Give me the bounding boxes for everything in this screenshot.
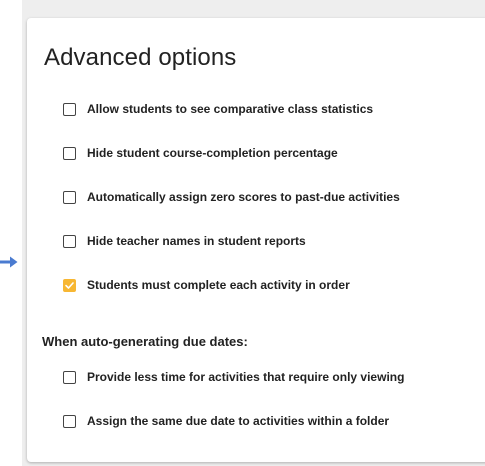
option-label: Provide less time for activities that re… bbox=[87, 370, 405, 384]
option-complete-in-order[interactable]: Students must complete each activity in … bbox=[63, 276, 350, 294]
panel-title: Advanced options bbox=[44, 44, 237, 71]
option-comparative-class-statistics[interactable]: Allow students to see comparative class … bbox=[63, 100, 373, 118]
option-label: Assign the same due date to activities w… bbox=[87, 414, 390, 428]
option-label: Hide student course-completion percentag… bbox=[87, 146, 338, 160]
option-label: Automatically assign zero scores to past… bbox=[87, 190, 400, 204]
option-label: Students must complete each activity in … bbox=[87, 278, 350, 292]
option-label: Hide teacher names in student reports bbox=[87, 234, 306, 248]
option-less-time-viewing[interactable]: Provide less time for activities that re… bbox=[63, 368, 404, 386]
checkbox[interactable] bbox=[63, 146, 76, 160]
option-same-due-date-folder[interactable]: Assign the same due date to activities w… bbox=[63, 412, 389, 430]
checkbox[interactable] bbox=[63, 190, 76, 204]
option-auto-zero-scores[interactable]: Automatically assign zero scores to past… bbox=[63, 188, 400, 206]
checkbox[interactable] bbox=[63, 234, 76, 248]
option-label: Allow students to see comparative class … bbox=[87, 102, 374, 116]
checkbox-checked[interactable] bbox=[63, 278, 76, 292]
option-hide-teacher-names[interactable]: Hide teacher names in student reports bbox=[63, 232, 306, 250]
checkmark-icon bbox=[65, 281, 74, 289]
checkbox[interactable] bbox=[63, 370, 76, 384]
due-dates-heading: When auto-generating due dates: bbox=[42, 334, 248, 349]
checkbox[interactable] bbox=[63, 414, 76, 428]
arrow-right-icon bbox=[0, 256, 18, 268]
option-hide-completion-percentage[interactable]: Hide student course-completion percentag… bbox=[63, 144, 338, 162]
checkbox[interactable] bbox=[63, 102, 76, 116]
